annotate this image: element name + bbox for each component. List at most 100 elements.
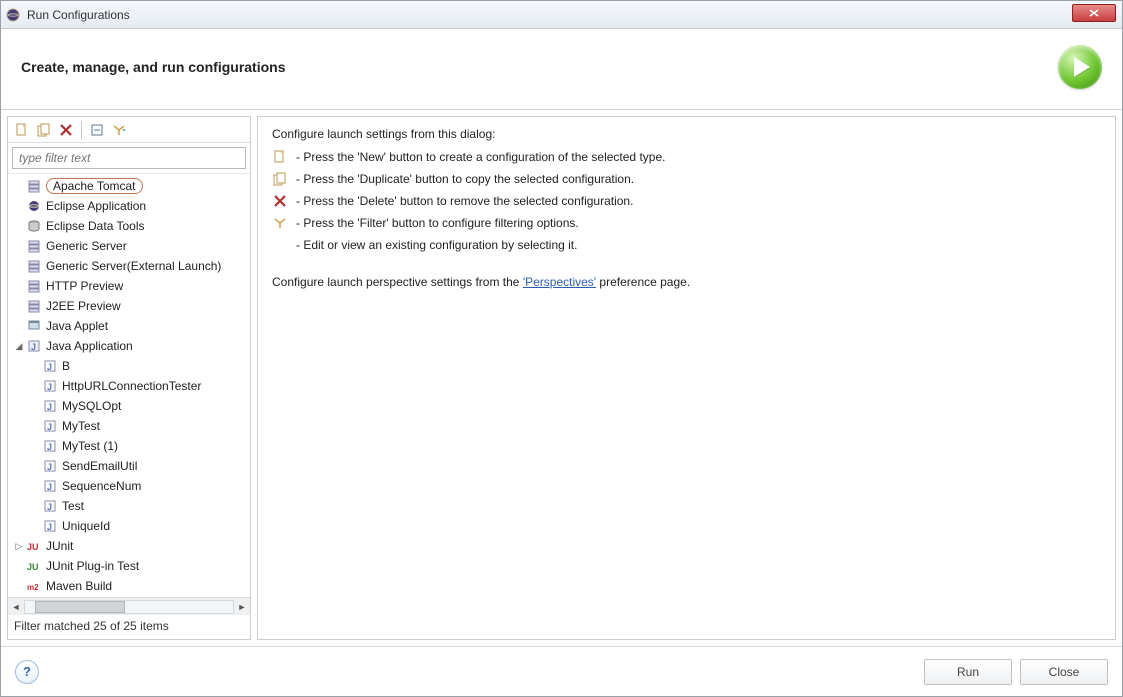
svg-text:J: J (47, 482, 52, 492)
tree-item-label: B (62, 359, 70, 373)
config-tree[interactable]: Apache Tomcat Eclipse Application Eclipse … (8, 173, 250, 597)
j-icon: J (42, 418, 58, 434)
tree-child-item[interactable]: J SendEmailUtil (8, 456, 250, 476)
new-button[interactable] (12, 120, 32, 140)
tree-item-label: J2EE Preview (46, 299, 121, 313)
tree-item[interactable]: m2 Maven Build (8, 576, 250, 596)
server-icon (26, 238, 42, 254)
eclipse-icon (5, 7, 21, 23)
dialog-header: Create, manage, and run configurations (1, 29, 1122, 110)
server-icon (26, 178, 42, 194)
tree-child-item[interactable]: J MyTest (1) (8, 436, 250, 456)
tree-item-label: UniqueId (62, 519, 110, 533)
tree-item[interactable]: Generic Server (8, 236, 250, 256)
tree-item[interactable]: Apache Tomcat (8, 176, 250, 196)
tree-child-item[interactable]: J MySQLOpt (8, 396, 250, 416)
tree-item-label: Apache Tomcat (46, 178, 143, 194)
tree-item-label: Java Applet (46, 319, 108, 333)
delete-button[interactable] (56, 120, 76, 140)
svg-text:J: J (47, 382, 52, 392)
dialog-heading: Create, manage, and run configurations (21, 59, 286, 75)
help-button[interactable]: ? (15, 660, 39, 684)
tree-item[interactable]: Generic Server(External Launch) (8, 256, 250, 276)
tree-item-label: MyTest (62, 419, 100, 433)
j-icon: J (42, 518, 58, 534)
duplicate-button[interactable] (34, 120, 54, 140)
tree-item-label: JUnit (46, 539, 73, 553)
new-icon (272, 149, 288, 165)
tree-item[interactable]: Eclipse Data Tools (8, 216, 250, 236)
tree-item-label: HTTP Preview (46, 279, 123, 293)
instruction-text: - Edit or view an existing configuration… (296, 238, 577, 252)
server-icon (26, 278, 42, 294)
titlebar: Run Configurations (1, 1, 1122, 29)
sidebar: Apache Tomcat Eclipse Application Eclipse … (7, 116, 251, 640)
instruction-row: - Press the 'Duplicate' button to copy t… (272, 171, 1101, 187)
tree-child-item[interactable]: JB (8, 356, 250, 376)
server-icon (26, 298, 42, 314)
tree-item[interactable]: HTTP Preview (8, 276, 250, 296)
horizontal-scrollbar[interactable]: ◄ ► (8, 597, 250, 615)
j-icon: J (42, 458, 58, 474)
j-icon: J (42, 398, 58, 414)
run-button[interactable]: Run (924, 659, 1012, 685)
expand-arrow-icon[interactable]: ◢ (12, 341, 26, 352)
svg-text:J: J (31, 342, 36, 352)
tree-item-label: SendEmailUtil (62, 459, 137, 473)
svg-text:m2: m2 (27, 583, 39, 592)
instruction-text: - Press the 'New' button to create a con… (296, 150, 665, 164)
del-icon (272, 193, 288, 209)
j-icon: J (42, 358, 58, 374)
svg-text:J: J (47, 522, 52, 532)
m2-icon: m2 (26, 578, 42, 594)
tree-item-label: JUnit Plug-in Test (46, 559, 139, 573)
filter-input[interactable] (12, 147, 246, 169)
tree-item[interactable]: Java Applet (8, 316, 250, 336)
tree-child-item[interactable]: J MyTest (8, 416, 250, 436)
tree-item[interactable]: JU JUnit Plug-in Test (8, 556, 250, 576)
close-button[interactable]: Close (1020, 659, 1108, 685)
tree-item[interactable]: J2EE Preview (8, 296, 250, 316)
java-icon: J (26, 338, 42, 354)
tree-item-label: MyTest (1) (62, 439, 118, 453)
tree-item-label: Maven Build (46, 579, 112, 593)
tree-item-label: Test (62, 499, 84, 513)
tree-item-label: HttpURLConnectionTester (62, 379, 201, 393)
tree-child-item[interactable]: J HttpURLConnectionTester (8, 376, 250, 396)
tree-item-label: Generic Server(External Launch) (46, 259, 221, 273)
tree-item-label: Eclipse Data Tools (46, 219, 145, 233)
tree-child-item[interactable]: JSequenceNum (8, 476, 250, 496)
filt-icon (272, 215, 288, 231)
eclipse-icon (26, 198, 42, 214)
tree-item[interactable]: Eclipse Application (8, 196, 250, 216)
blank-icon (272, 237, 288, 253)
instruction-text: - Press the 'Filter' button to configure… (296, 216, 579, 230)
tree-child-item[interactable]: J UniqueId (8, 516, 250, 536)
dialog-body: Apache Tomcat Eclipse Application Eclipse … (1, 110, 1122, 646)
main-panel: Configure launch settings from this dial… (257, 116, 1116, 640)
tree-item-label: Java Application (46, 339, 133, 353)
j-icon: J (42, 498, 58, 514)
tree-item[interactable]: ▷JU JUnit (8, 536, 250, 556)
window-close-button[interactable] (1072, 4, 1116, 22)
tree-item[interactable]: ◢ J Java Application (8, 336, 250, 356)
expand-arrow-icon[interactable]: ▷ (12, 541, 26, 552)
junit-icon: JU (26, 538, 42, 554)
svg-text:J: J (47, 502, 52, 512)
run-large-icon (1058, 45, 1102, 89)
junitp-icon: JU (26, 558, 42, 574)
dup-icon (272, 171, 288, 187)
svg-text:J: J (47, 402, 52, 412)
svg-text:JU: JU (27, 562, 39, 572)
svg-text:J: J (47, 442, 52, 452)
perspectives-link[interactable]: 'Perspectives' (523, 275, 596, 289)
tree-child-item[interactable]: J Test (8, 496, 250, 516)
tree-item-label: Generic Server (46, 239, 127, 253)
instruction-row: - Press the 'New' button to create a con… (272, 149, 1101, 165)
filter-button[interactable] (109, 120, 129, 140)
applet-icon (26, 318, 42, 334)
svg-text:JU: JU (27, 542, 39, 552)
collapse-all-button[interactable] (87, 120, 107, 140)
tree-item-label: MySQLOpt (62, 399, 121, 413)
svg-text:J: J (47, 422, 52, 432)
